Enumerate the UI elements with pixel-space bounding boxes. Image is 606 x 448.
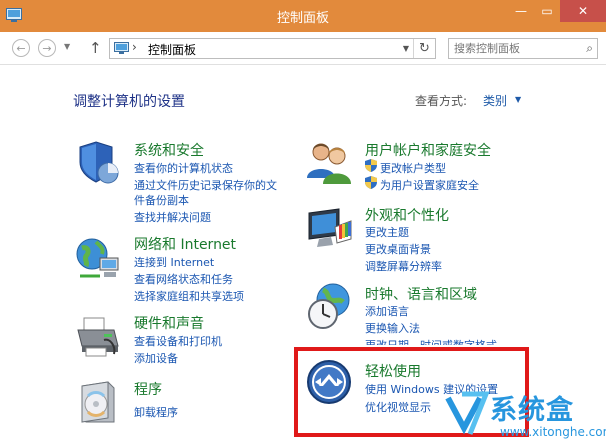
category-title-clock-language[interactable]: 时钟、语言和区域: [365, 284, 477, 304]
breadcrumb[interactable]: 控制面板: [148, 41, 196, 58]
link-date-time-format[interactable]: 更改日期、时间或数字格式: [365, 337, 497, 345]
back-arrow-icon[interactable]: ←: [12, 39, 30, 57]
page-title: 调整计算机的设置: [73, 94, 185, 110]
shield-icon[interactable]: [74, 138, 122, 186]
category-title-network-internet[interactable]: 网络和 Internet: [134, 234, 236, 254]
link-family-safety[interactable]: 为用户设置家庭安全: [380, 177, 479, 193]
monitor-palette-icon[interactable]: [305, 205, 353, 253]
uac-shield-icon: [365, 159, 377, 172]
refresh-icon[interactable]: ↻: [413, 39, 435, 58]
link-change-account-type[interactable]: 更改帐户类型: [380, 160, 446, 176]
link-uninstall-program[interactable]: 卸载程序: [134, 404, 178, 420]
category-title-appearance[interactable]: 外观和个性化: [365, 205, 449, 225]
link-homegroup-sharing[interactable]: 选择家庭组和共享选项: [134, 288, 244, 304]
up-arrow-icon[interactable]: ↑: [89, 39, 102, 57]
link-devices-printers[interactable]: 查看设备和打印机: [134, 333, 222, 349]
xitonghe-logo-icon: [445, 391, 490, 435]
link-add-device[interactable]: 添加设备: [134, 350, 178, 366]
printer-icon[interactable]: [74, 312, 122, 360]
link-view-computer-status[interactable]: 查看你的计算机状态: [134, 160, 233, 176]
control-panel-icon: [114, 42, 129, 54]
category-title-user-accounts[interactable]: 用户帐户和家庭安全: [365, 140, 491, 160]
link-file-history-cont[interactable]: 件备份副本: [134, 192, 189, 208]
category-title-system-security[interactable]: 系统和安全: [134, 140, 204, 160]
navigation-bar: ← → ▼ ↑ › 控制面板 ▼ ↻ ⌕: [0, 32, 606, 65]
link-desktop-background[interactable]: 更改桌面背景: [365, 241, 431, 257]
link-troubleshoot[interactable]: 查找并解决问题: [134, 209, 211, 225]
clock-globe-icon[interactable]: [305, 282, 353, 330]
view-by-label: 查看方式:: [415, 94, 468, 108]
maximize-icon[interactable]: ▭: [534, 0, 560, 22]
users-icon[interactable]: [305, 138, 353, 186]
breadcrumb-separator[interactable]: ›: [132, 40, 137, 54]
link-connect-internet[interactable]: 连接到 Internet: [134, 254, 214, 270]
uac-shield-icon: [365, 176, 377, 189]
network-globe-icon[interactable]: [74, 234, 122, 282]
link-add-language[interactable]: 添加语言: [365, 303, 409, 319]
address-bar[interactable]: › 控制面板 ▼ ↻: [109, 38, 436, 59]
search-box[interactable]: ⌕: [448, 38, 598, 59]
category-title-hardware-sound[interactable]: 硬件和声音: [134, 313, 204, 333]
link-network-status[interactable]: 查看网络状态和任务: [134, 271, 233, 287]
chevron-down-icon[interactable]: ▼: [64, 42, 70, 51]
minimize-icon[interactable]: —: [508, 0, 534, 22]
view-by-dropdown[interactable]: 类别: [483, 92, 507, 109]
watermark-text: 系统盒: [490, 395, 574, 426]
category-title-programs[interactable]: 程序: [134, 379, 162, 399]
link-change-input-method[interactable]: 更换输入法: [365, 320, 420, 336]
link-screen-resolution[interactable]: 调整屏幕分辨率: [365, 258, 442, 274]
chevron-down-icon[interactable]: ▼: [403, 44, 409, 53]
title-bar: 控制面板 — ▭ ✕: [0, 0, 606, 32]
forward-arrow-icon[interactable]: →: [38, 39, 56, 57]
link-file-history[interactable]: 通过文件历史记录保存你的文: [134, 177, 277, 193]
search-icon[interactable]: ⌕: [586, 41, 593, 56]
search-input[interactable]: [454, 40, 574, 57]
watermark-url: www.xitonghe.com: [500, 425, 606, 439]
programs-disc-icon[interactable]: [74, 378, 122, 426]
close-icon[interactable]: ✕: [560, 0, 606, 22]
chevron-down-icon[interactable]: ▼: [515, 95, 521, 104]
link-change-theme[interactable]: 更改主题: [365, 224, 409, 240]
